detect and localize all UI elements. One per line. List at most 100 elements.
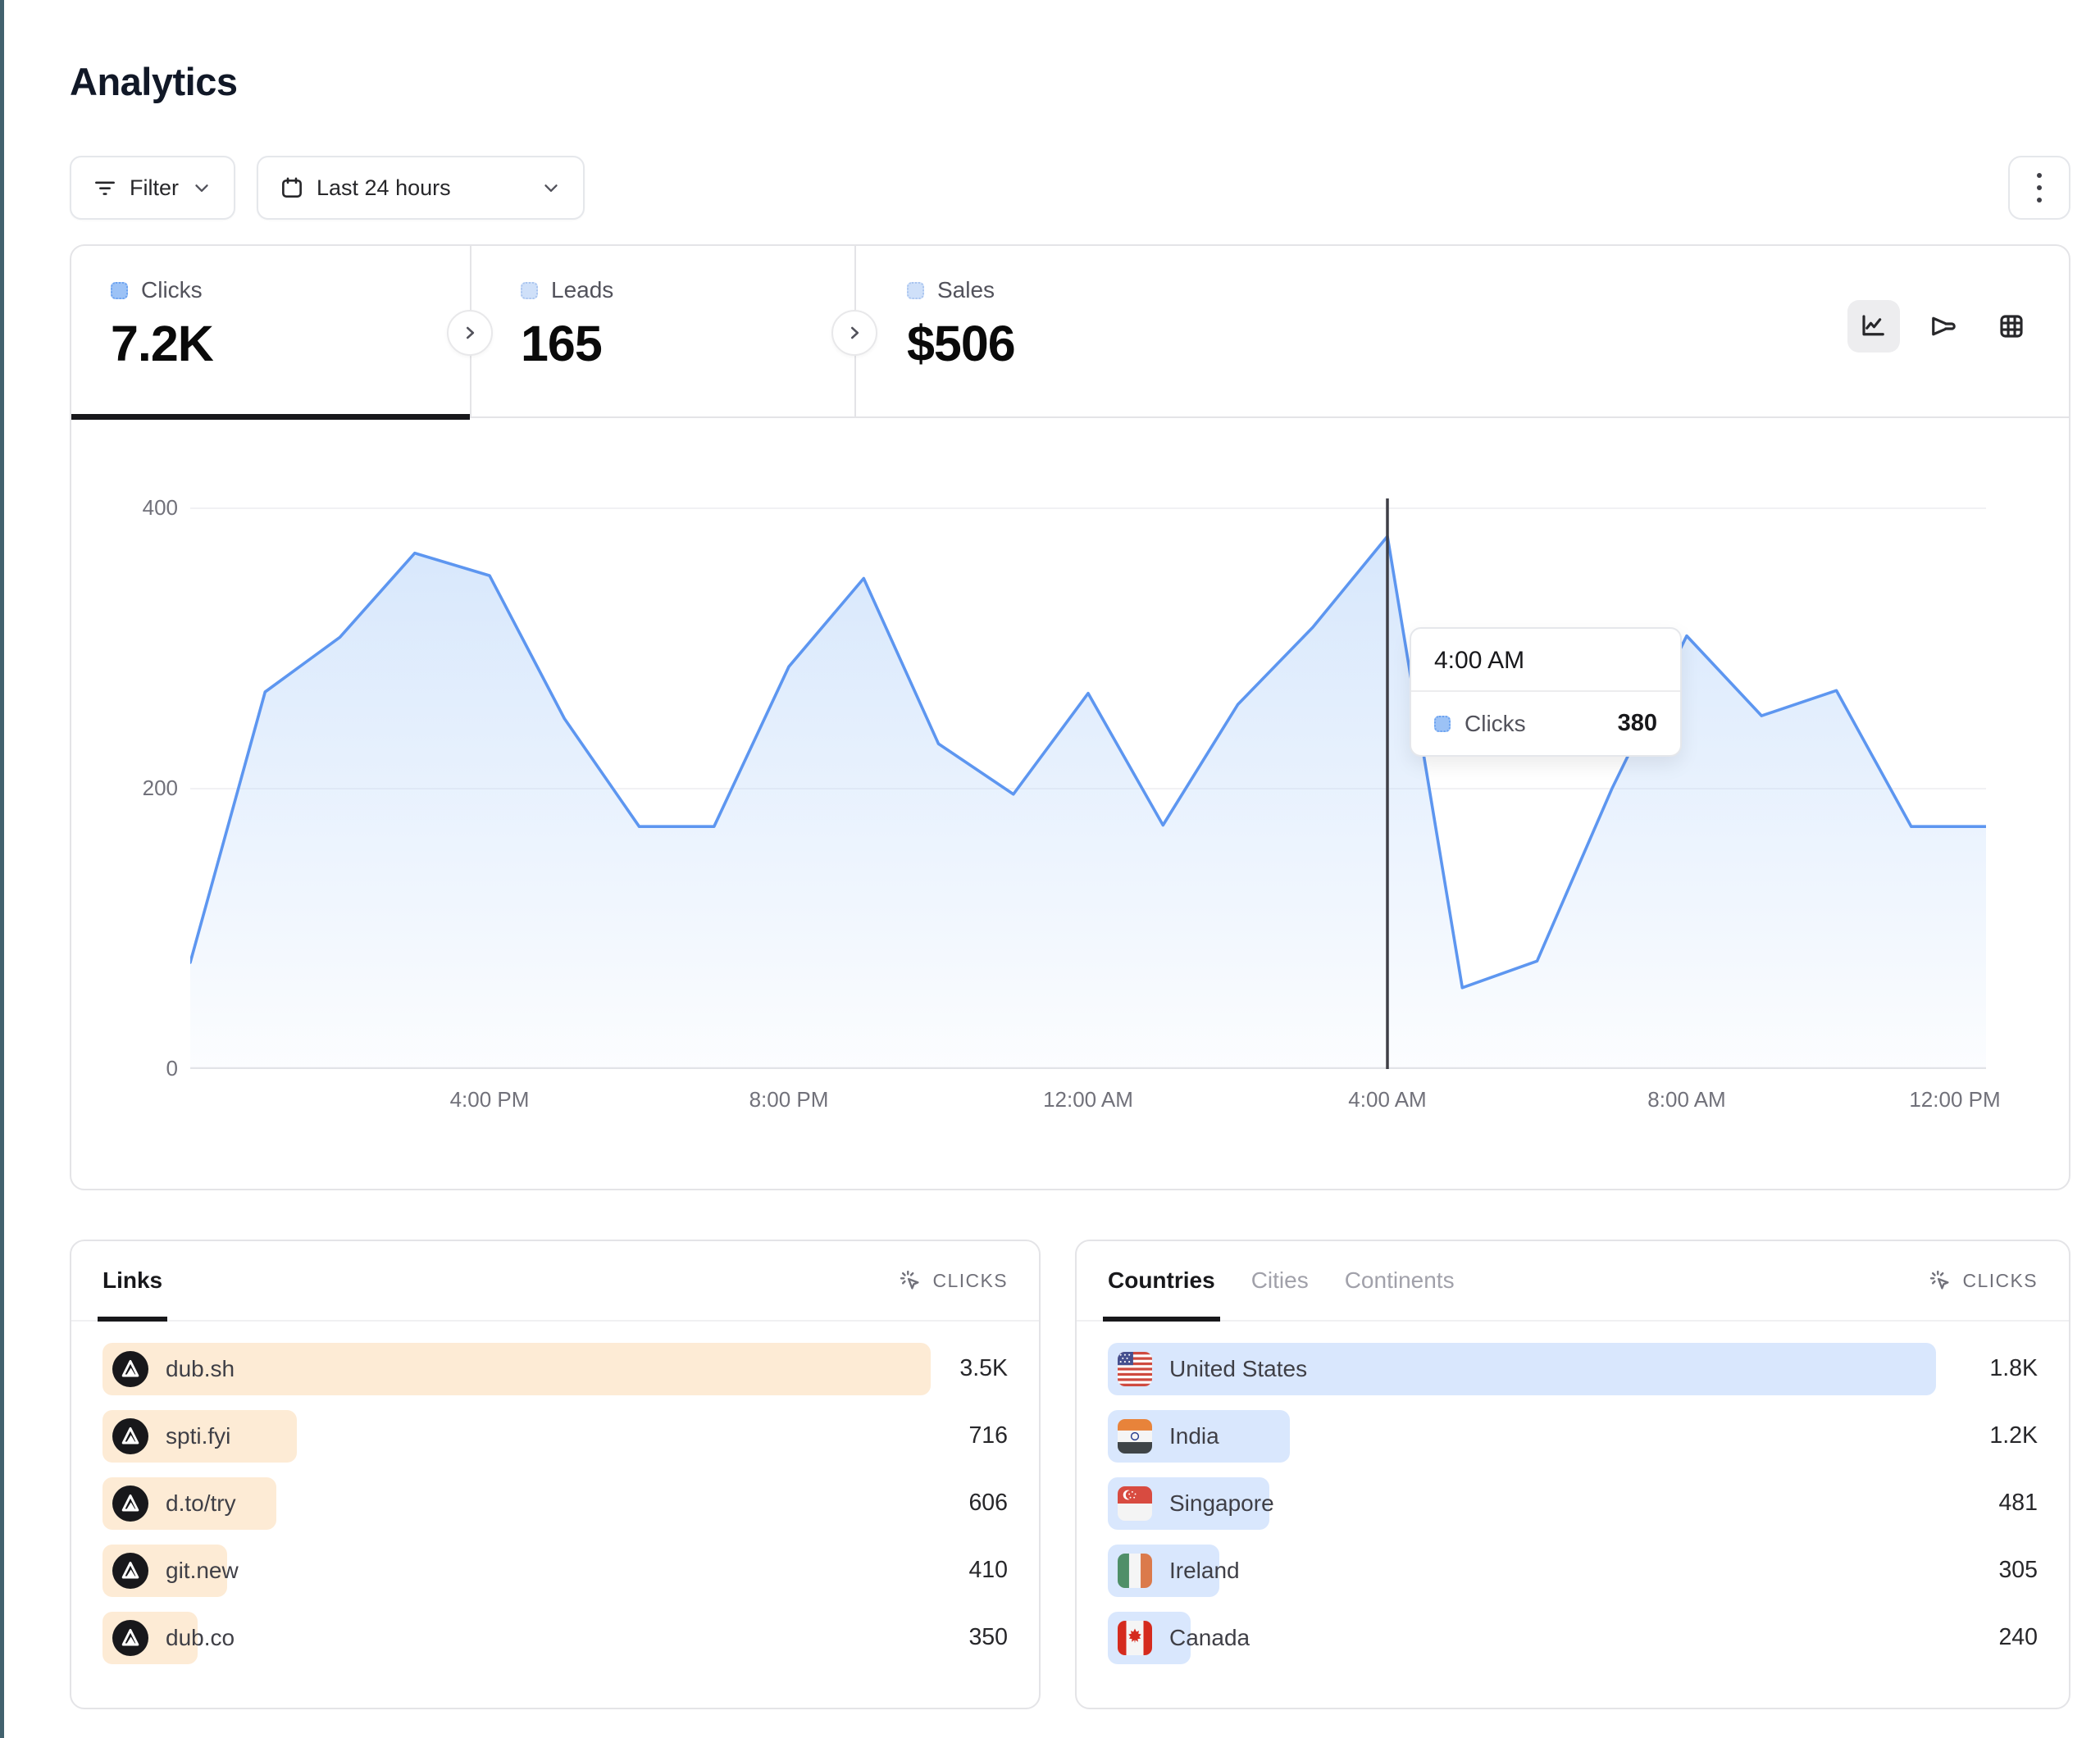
row-label: Ireland — [1169, 1558, 1240, 1584]
row-value: 350 — [968, 1624, 1008, 1651]
leads-label: Leads — [551, 277, 613, 303]
x-axis-tick: 12:00 AM — [1014, 1087, 1162, 1112]
calendar-icon — [280, 175, 304, 200]
expand-leads-button[interactable] — [447, 310, 493, 356]
sales-legend-square — [907, 282, 924, 299]
chevron-right-icon — [844, 322, 865, 344]
chart-view-switcher — [1847, 300, 2038, 353]
clicks-label: Clicks — [141, 277, 203, 303]
grid-icon — [1997, 312, 2026, 341]
flag-sg-icon — [1118, 1486, 1152, 1521]
row-label: dub.co — [166, 1625, 235, 1651]
flag-us-icon — [1118, 1352, 1152, 1386]
cursor-click-icon — [1928, 1268, 1952, 1293]
row-value: 410 — [968, 1557, 1008, 1584]
row-value: 1.8K — [1989, 1355, 2038, 1382]
tooltip-series-label: Clicks — [1465, 711, 1526, 737]
link-row[interactable]: git.new 410 — [102, 1545, 1008, 1597]
row-label: git.new — [166, 1558, 239, 1584]
y-axis-tick: 0 — [107, 1056, 178, 1081]
row-value: 3.5K — [959, 1355, 1008, 1382]
row-label: spti.fyi — [166, 1423, 230, 1449]
sales-label: Sales — [937, 277, 995, 303]
chevron-right-icon — [459, 322, 481, 344]
row-value: 305 — [1998, 1557, 2038, 1584]
x-axis-tick: 4:00 PM — [416, 1087, 563, 1112]
x-axis-tick: 8:00 PM — [715, 1087, 863, 1112]
links-list: dub.sh3.5K spti.fyi 716 d.to/try606 git.new 4… — [102, 1343, 1008, 1664]
metric-tabs: Clicks 7.2K Leads 165 — [71, 246, 2069, 418]
links-panel: Links CLICKS dub.sh3.5K spti.fyi 716 d.to/t… — [70, 1240, 1041, 1709]
y-axis-tick: 200 — [107, 776, 178, 801]
row-label: d.to/try — [166, 1490, 236, 1517]
row-label: United States — [1169, 1356, 1307, 1382]
area-chart-canvas[interactable] — [190, 494, 1986, 1069]
chevron-down-icon — [540, 177, 562, 198]
tab-sales[interactable]: Sales $506 — [854, 246, 1314, 418]
line-chart-view-button[interactable] — [1847, 300, 1900, 353]
countries-sort-metric[interactable]: CLICKS — [1928, 1268, 2038, 1293]
page-title: Analytics — [70, 59, 237, 104]
toolbar: Filter Last 24 hours — [70, 156, 2070, 220]
y-axis-tick: 400 — [107, 495, 178, 521]
row-value: 481 — [1998, 1490, 2038, 1517]
row-value: 716 — [968, 1422, 1008, 1449]
dub-logo-icon — [112, 1553, 148, 1589]
tab-continents[interactable]: Continents — [1345, 1241, 1455, 1320]
country-row[interactable]: Canada240 — [1108, 1612, 2038, 1664]
links-sort-metric[interactable]: CLICKS — [898, 1268, 1008, 1293]
expand-sales-button[interactable] — [831, 310, 877, 356]
flag-ie-icon — [1118, 1554, 1152, 1588]
tab-cities[interactable]: Cities — [1251, 1241, 1309, 1320]
tab-countries[interactable]: Countries — [1108, 1241, 1215, 1320]
link-row[interactable]: dub.co 350 — [102, 1612, 1008, 1664]
clicks-over-time-chart[interactable]: 4:00 AM Clicks 380 400 200 0 4:00 PM 8:00 PM… — [71, 418, 2069, 1189]
x-axis-tick: 12:00 PM — [1881, 1087, 2029, 1112]
row-label: Singapore — [1169, 1490, 1274, 1517]
link-row[interactable]: dub.sh3.5K — [102, 1343, 1008, 1395]
line-chart-icon — [1859, 312, 1888, 341]
tooltip-value: 380 — [1618, 710, 1657, 737]
tooltip-legend-square — [1434, 716, 1451, 732]
dub-logo-icon — [112, 1620, 148, 1656]
page-edge-accent — [0, 0, 4, 1738]
link-row[interactable]: d.to/try606 — [102, 1477, 1008, 1530]
sales-value: $506 — [907, 315, 1314, 372]
countries-list: United States 1.8K India 1.2K Singapore 481 Ir… — [1108, 1343, 2038, 1664]
dub-logo-icon — [112, 1485, 148, 1522]
flag-in-icon — [1118, 1419, 1152, 1454]
tooltip-time: 4:00 AM — [1411, 629, 1680, 692]
filter-button-label: Filter — [130, 175, 179, 201]
x-axis-tick: 8:00 AM — [1613, 1087, 1761, 1112]
funnel-icon — [1928, 312, 1957, 341]
tab-links[interactable]: Links — [102, 1241, 162, 1320]
analytics-card: Clicks 7.2K Leads 165 — [70, 244, 2070, 1190]
tab-leads[interactable]: Leads 165 — [470, 246, 854, 418]
link-row[interactable]: spti.fyi 716 — [102, 1410, 1008, 1463]
dub-logo-icon — [112, 1351, 148, 1387]
row-label: Canada — [1169, 1625, 1250, 1651]
funnel-view-button[interactable] — [1916, 300, 1969, 353]
table-view-button[interactable] — [1985, 300, 2038, 353]
clicks-value: 7.2K — [111, 315, 470, 372]
row-value: 1.2K — [1989, 1422, 2038, 1449]
countries-panel-header: Countries Cities Continents CLICKS — [1077, 1241, 2069, 1322]
filter-button[interactable]: Filter — [70, 156, 235, 220]
row-label: India — [1169, 1423, 1219, 1449]
country-row[interactable]: India 1.2K — [1108, 1410, 2038, 1463]
leads-legend-square — [521, 282, 538, 299]
chevron-down-icon — [191, 177, 212, 198]
country-row[interactable]: Ireland 305 — [1108, 1545, 2038, 1597]
x-axis-tick: 4:00 AM — [1314, 1087, 1461, 1112]
leads-value: 165 — [521, 315, 854, 372]
tab-clicks[interactable]: Clicks 7.2K — [71, 246, 470, 418]
date-range-label: Last 24 hours — [317, 175, 451, 201]
countries-panel: Countries Cities Continents CLICKS Unite… — [1075, 1240, 2070, 1709]
chart-tooltip: 4:00 AM Clicks 380 — [1410, 627, 1682, 757]
dots-vertical-icon — [2037, 173, 2042, 178]
date-range-button[interactable]: Last 24 hours — [257, 156, 585, 220]
flag-ca-icon — [1118, 1621, 1152, 1655]
country-row[interactable]: United States 1.8K — [1108, 1343, 2038, 1395]
more-menu-button[interactable] — [2008, 156, 2070, 220]
country-row[interactable]: Singapore 481 — [1108, 1477, 2038, 1530]
